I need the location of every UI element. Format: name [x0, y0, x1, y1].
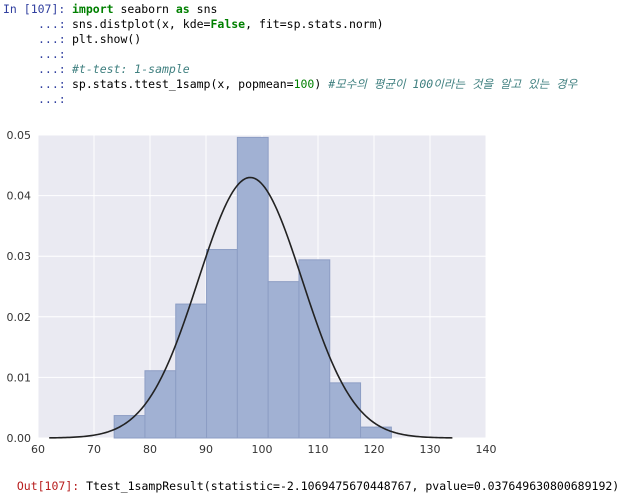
code-token: as	[175, 2, 190, 16]
x-tick-label: 100	[252, 443, 273, 456]
chart-svg: 60 70 80 90 100 110 120 130 140 0.00 0.01 0.02 0.03 0…	[7, 129, 497, 456]
histogram-bar	[329, 382, 362, 439]
histogram-bar	[236, 136, 269, 439]
code-token: False	[210, 17, 246, 31]
continuation-prompt: ...:	[38, 92, 66, 106]
code-text: sns.distplot(x, kde=False, fit=sp.stats.…	[72, 17, 384, 32]
output-cell: Out[107]: Ttest_1sampResult(statistic=-2…	[3, 464, 619, 493]
x-tick-label: 110	[308, 443, 329, 456]
code-text: #t-test: 1-sample	[72, 62, 190, 77]
y-tick-label: 0.05	[7, 129, 32, 142]
x-tick-label: 140	[476, 443, 497, 456]
y-tick-label: 0.03	[7, 250, 32, 263]
y-tick-label: 0.01	[7, 371, 32, 384]
continuation-prompt: ...:	[38, 77, 66, 91]
y-tick-label: 0.02	[7, 311, 32, 324]
x-tick-label: 70	[87, 443, 101, 456]
histogram-bar	[175, 303, 208, 439]
code-token: import	[72, 2, 114, 16]
x-tick-label: 80	[143, 443, 157, 456]
code-text: plt.show()	[72, 32, 141, 47]
code-token: #모수의 평균이 100이라는 것을 알고 있는 경우	[328, 77, 578, 91]
code-token: )	[314, 77, 329, 91]
code-token: , fit=sp.stats.norm)	[245, 17, 384, 31]
y-tick-label: 0.04	[7, 190, 32, 203]
x-tick-label: 130	[420, 443, 441, 456]
x-tick-label: 120	[364, 443, 385, 456]
code-token: sp.stats.ttest_1samp(x, popmean=	[72, 77, 294, 91]
input-prompt: In [107]:	[3, 2, 66, 16]
output-text: Ttest_1sampResult(statistic=-2.106947567…	[79, 479, 620, 493]
code-token: 100	[293, 77, 315, 91]
output-prompt: Out[107]:	[16, 479, 80, 493]
code-token: #t-test: 1-sample	[72, 62, 190, 76]
code-text: sp.stats.ttest_1samp(x, popmean=100) #모수…	[72, 77, 577, 92]
code-token: plt.show()	[72, 32, 142, 46]
histogram-bar	[360, 426, 392, 439]
histogram-chart: 60 70 80 90 100 110 120 130 140 0.00 0.01 0.02 0.03 0…	[0, 125, 626, 460]
code-token: sns.distplot(x, kde=	[72, 17, 211, 31]
continuation-prompt: ...:	[38, 47, 66, 61]
input-cell[interactable]: In [107]: import seaborn as sns...: sns.di…	[0, 0, 626, 110]
continuation-prompt: ...:	[38, 17, 66, 31]
code-token: seaborn	[113, 2, 176, 16]
y-tick-label: 0.00	[7, 432, 32, 445]
x-tick-label: 90	[199, 443, 213, 456]
x-tick-label: 60	[31, 443, 45, 456]
code-token: sns	[189, 2, 218, 16]
histogram-bar	[206, 249, 238, 439]
continuation-prompt: ...:	[38, 62, 66, 76]
continuation-prompt: ...:	[38, 32, 66, 46]
histogram-bar	[267, 281, 300, 439]
code-text: import seaborn as sns	[72, 2, 217, 17]
